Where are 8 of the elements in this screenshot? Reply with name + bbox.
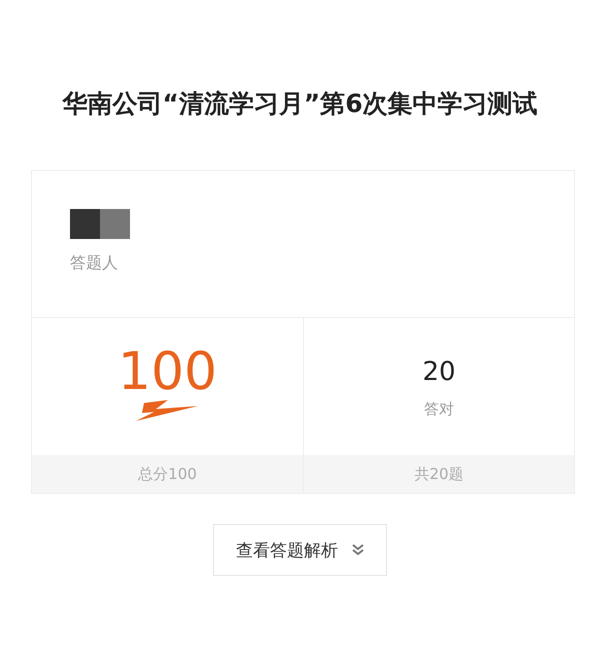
correct-label: 答对 (424, 400, 454, 419)
redacted-name (70, 209, 130, 239)
correct-count: 20 (422, 356, 456, 388)
view-analysis-button[interactable]: 查看答题解析 (213, 524, 387, 576)
quiz-title: 华南公司“清流学习月”第6次集中学习测试 (61, 88, 539, 120)
score-value: 100 (118, 344, 218, 400)
respondent-label: 答题人 (70, 253, 118, 274)
double-chevron-icon (352, 544, 364, 556)
